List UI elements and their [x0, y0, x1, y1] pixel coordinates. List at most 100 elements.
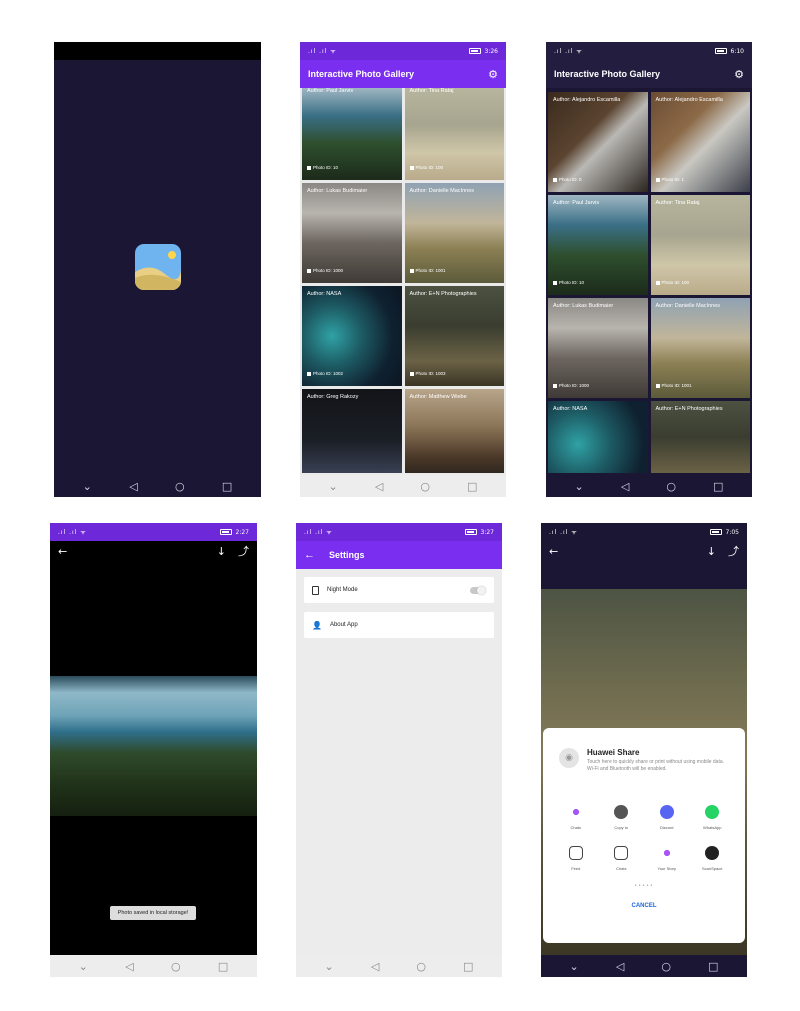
- share-title: Huawei Share: [587, 748, 640, 757]
- signal-icon: .ıl .ıl ᯤ: [304, 529, 333, 536]
- photo-tile[interactable]: Author: Danielle MacInnes Photo ID: 1001: [650, 298, 750, 398]
- share-app[interactable]: Feed: [553, 845, 599, 871]
- photo-tile[interactable]: Author: Tina Rataj Photo ID: 100: [650, 195, 750, 295]
- photo-author: Author: NASA: [307, 291, 342, 297]
- download-icon[interactable]: ↓: [707, 545, 716, 558]
- viewer-toolbar: ← ↓ ⤴: [541, 541, 747, 561]
- photo-tile[interactable]: Author: Tina Rataj Photo ID: 100: [404, 88, 504, 180]
- photo-tile[interactable]: Author: E+N Photographies Photo ID: 1003: [404, 286, 504, 386]
- status-time: 6:10: [730, 47, 744, 55]
- battery-icon: [714, 48, 727, 54]
- back-arrow-icon[interactable]: ←: [304, 549, 315, 561]
- gear-icon[interactable]: ⚙: [734, 68, 744, 81]
- status-bar: .ıl .ıl ᯤ 7:05: [541, 523, 747, 541]
- nav-down-icon[interactable]: ⌄: [570, 961, 579, 972]
- system-nav-bar: ⌄ ◁ ○ □: [54, 475, 261, 497]
- splash-phone: ⌄ ◁ ○ □: [54, 42, 261, 497]
- cancel-button[interactable]: CANCEL: [543, 903, 745, 909]
- system-nav-bar: ⌄ ◁ ○ □: [50, 955, 257, 977]
- nav-home-icon[interactable]: ○: [171, 961, 181, 972]
- nav-recent-icon[interactable]: □: [218, 961, 228, 972]
- photo-tile[interactable]: Author: Lukas Budimaier Photo ID: 1000: [302, 183, 402, 283]
- about-app-row[interactable]: 👤 About App: [304, 612, 494, 638]
- share-app[interactable]: Your Story: [644, 845, 690, 871]
- nav-back-icon[interactable]: ◁: [129, 481, 137, 492]
- photo-id: Photo ID: 1001: [655, 383, 692, 388]
- photo-tile[interactable]: Author: Danielle MacInnes Photo ID: 1001: [404, 183, 504, 283]
- person-icon: 👤: [312, 620, 322, 630]
- nav-down-icon[interactable]: ⌄: [325, 961, 334, 972]
- nav-recent-icon[interactable]: □: [467, 481, 477, 492]
- photo-grid: Author: Alejandro Escamilla Photo ID: 0 …: [546, 92, 752, 473]
- photo-id: Photo ID: 1000: [553, 383, 589, 388]
- back-arrow-icon[interactable]: ←: [58, 545, 67, 558]
- share-app[interactable]: Chats: [599, 845, 645, 871]
- nav-home-icon[interactable]: ○: [661, 961, 671, 972]
- photo-author: Author: E+N Photographies: [655, 406, 723, 412]
- nav-home-icon[interactable]: ○: [666, 481, 676, 492]
- nav-down-icon[interactable]: ⌄: [575, 481, 584, 492]
- messenger-icon: [568, 804, 583, 819]
- nav-recent-icon[interactable]: □: [708, 961, 718, 972]
- status-bar: .ıl .ıl ᯤ 6:10: [546, 42, 752, 60]
- share-icon[interactable]: ⤴: [238, 543, 249, 559]
- photo-tile[interactable]: Author: Paul Jarvis Photo ID: 10: [302, 88, 402, 180]
- share-app[interactable]: Copy to: [599, 804, 645, 830]
- photo-tile[interactable]: Author: Greg Rakozy: [302, 389, 402, 473]
- system-nav-bar: ⌄ ◁ ○ □: [300, 475, 506, 497]
- nav-down-icon[interactable]: ⌄: [79, 961, 88, 972]
- gear-icon[interactable]: ⚙: [488, 68, 498, 81]
- app-bar: Interactive Photo Gallery ⚙: [300, 60, 506, 88]
- status-bar: .ıl .ıl ᯤ 2:27: [50, 523, 257, 541]
- share-phone: .ıl .ıl ᯤ 7:05 ← ↓ ⤴ ◉ Huawei Share Touc…: [541, 523, 747, 977]
- download-icon[interactable]: ↓: [217, 545, 226, 558]
- photo-tile[interactable]: Author: Alejandro Escamilla Photo ID: 0: [548, 92, 648, 192]
- share-app[interactable]: Chats: [553, 804, 599, 830]
- photo-author: Author: NASA: [553, 406, 588, 412]
- photo-id: Photo ID: 0: [553, 177, 582, 182]
- nav-home-icon[interactable]: ○: [416, 961, 426, 972]
- battery-icon: [464, 529, 477, 535]
- photo-viewer-phone: .ıl .ıl ᯤ 2:27 ← ↓ ⤴ Photo saved in loca…: [50, 523, 257, 977]
- photo-tile[interactable]: Author: Alejandro Escamilla Photo ID: 1: [650, 92, 750, 192]
- discord-icon: [659, 804, 674, 819]
- photo-author: Author: Paul Jarvis: [553, 200, 600, 206]
- wireless-icon: ◉: [559, 748, 579, 768]
- photo-id: Photo ID: 1001: [409, 268, 446, 273]
- nav-back-icon[interactable]: ◁: [371, 961, 379, 972]
- nav-home-icon[interactable]: ○: [175, 481, 185, 492]
- share-icon[interactable]: ⤴: [728, 543, 739, 559]
- nav-recent-icon[interactable]: □: [463, 961, 473, 972]
- about-app-label: About App: [329, 622, 358, 628]
- share-app[interactable]: ScanSpace: [690, 845, 736, 871]
- nav-recent-icon[interactable]: □: [222, 481, 232, 492]
- nav-down-icon[interactable]: ⌄: [329, 481, 338, 492]
- photo-author: Author: E+N Photographies: [409, 291, 477, 297]
- share-sheet: ◉ Huawei Share Touch here to quickly sha…: [543, 728, 745, 943]
- photo-tile[interactable]: Author: Paul Jarvis Photo ID: 10: [548, 195, 648, 295]
- photo-tile[interactable]: Author: NASA Photo ID: 1002: [302, 286, 402, 386]
- back-arrow-icon[interactable]: ←: [549, 545, 558, 558]
- photo-tile[interactable]: Author: NASA: [548, 401, 648, 473]
- nav-back-icon[interactable]: ◁: [621, 481, 629, 492]
- photo-tile[interactable]: Author: Lukas Budimaier Photo ID: 1000: [548, 298, 648, 398]
- photo-tile[interactable]: Author: E+N Photographies: [650, 401, 750, 473]
- share-app[interactable]: Discord: [644, 804, 690, 830]
- nav-back-icon[interactable]: ◁: [616, 961, 624, 972]
- nav-home-icon[interactable]: ○: [420, 481, 430, 492]
- instagram-icon: [614, 845, 629, 860]
- settings-phone: .ıl .ıl ᯤ 3:27 ← Settings Night Mode 👤 A…: [296, 523, 502, 977]
- nav-back-icon[interactable]: ◁: [375, 481, 383, 492]
- nav-down-icon[interactable]: ⌄: [83, 481, 92, 492]
- night-mode-row[interactable]: Night Mode: [304, 577, 494, 603]
- gallery-dark-phone: .ıl .ıl ᯤ 6:10 Interactive Photo Gallery…: [546, 42, 752, 497]
- huawei-share-row[interactable]: ◉ Huawei Share Touch here to quickly sha…: [543, 728, 745, 773]
- photo-author: Author: Lukas Budimaier: [307, 188, 368, 194]
- night-mode-toggle[interactable]: [470, 585, 486, 595]
- photo-tile[interactable]: Author: Matthew Wiebe: [404, 389, 504, 473]
- nav-back-icon[interactable]: ◁: [125, 961, 133, 972]
- nav-recent-icon[interactable]: □: [713, 481, 723, 492]
- system-nav-bar: ⌄ ◁ ○ □: [296, 955, 502, 977]
- share-app[interactable]: WhatsApp: [690, 804, 736, 830]
- photo-id: Photo ID: 10: [553, 280, 584, 285]
